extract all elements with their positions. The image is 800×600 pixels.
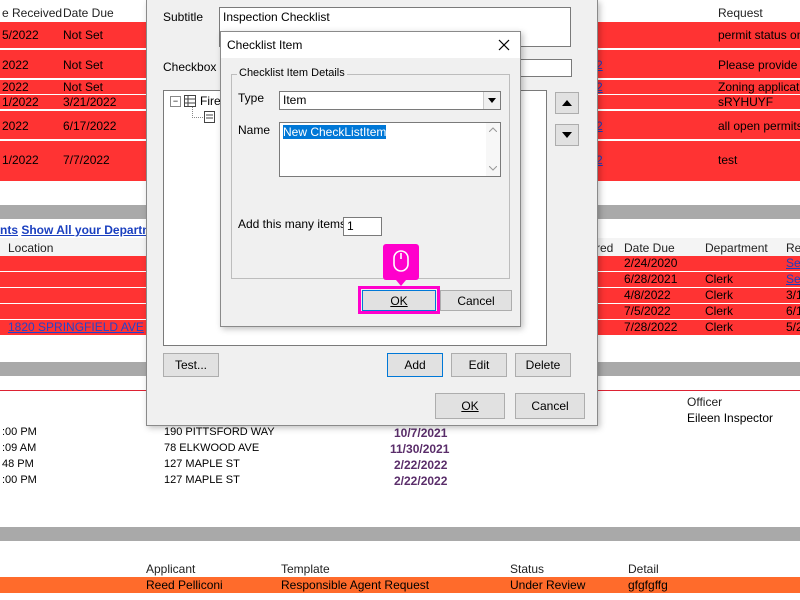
move-up-button[interactable] <box>555 92 579 114</box>
count-label: Add this many items <box>238 217 347 231</box>
dialog-title: Checklist Item <box>227 38 303 52</box>
textarea-scrollbar[interactable] <box>486 123 500 176</box>
table-row[interactable]: :00 PM 190 PITTSFORD WAY 10/7/2021 <box>0 426 800 442</box>
dropdown-button[interactable] <box>483 92 500 109</box>
outer-ok-button[interactable]: OK <box>435 393 505 419</box>
name-value-selected: New CheckListItem <box>283 125 387 139</box>
comments-link[interactable]: nts <box>0 223 18 237</box>
name-label: Name <box>238 123 271 137</box>
type-label: Type <box>238 91 265 105</box>
header-department: Department <box>705 241 768 255</box>
arrow-up-icon <box>562 100 572 106</box>
chevron-down-icon <box>488 98 496 103</box>
header-red: red <box>596 241 614 255</box>
scroll-down-icon[interactable] <box>489 166 497 171</box>
header-template: Template <box>281 562 330 576</box>
officer-name: Eileen Inspector <box>687 411 774 425</box>
table-row[interactable]: :09 AM 78 ELKWOOD AVE 11/30/2021 <box>0 442 800 458</box>
count-input[interactable]: 1 <box>343 217 382 236</box>
mouse-icon <box>393 250 409 272</box>
tree-root-label[interactable]: Fire <box>200 94 221 108</box>
ok-button[interactable]: OK <box>362 290 436 311</box>
header-received: e Received <box>2 6 63 20</box>
delete-button[interactable]: Delete <box>515 353 571 377</box>
address-link[interactable]: 1820 SPRINGFIELD AVE <box>8 320 144 334</box>
cancel-button[interactable]: Cancel <box>440 290 512 311</box>
add-button[interactable]: Add <box>387 353 443 377</box>
subtitle-label: Subtitle <box>163 10 204 24</box>
title-bar: Checklist Item <box>221 32 520 58</box>
test-button[interactable]: Test... <box>163 353 219 377</box>
collapse-icon[interactable]: − <box>170 96 181 107</box>
outer-cancel-button[interactable]: Cancel <box>515 393 585 419</box>
group-label: Checklist Item Details <box>237 67 347 79</box>
table-row[interactable]: Reed Pelliconi Responsible Agent Request… <box>0 577 800 593</box>
edit-button[interactable]: Edit <box>451 353 507 377</box>
scroll-up-icon[interactable] <box>489 127 497 132</box>
checkbox-header-input[interactable] <box>517 59 572 77</box>
indicator-pointer <box>396 280 406 286</box>
header-location: Location <box>8 241 54 255</box>
header-re: Re <box>786 241 800 255</box>
checklist-item-dialog: Checklist Item Checklist Item Details Ty… <box>220 31 521 327</box>
name-textarea[interactable]: New CheckListItem <box>279 122 501 177</box>
header-detail: Detail <box>628 562 659 576</box>
type-select[interactable]: Item <box>279 91 501 110</box>
table-row[interactable]: :00 PM 127 MAPLE ST 2/22/2022 <box>0 474 800 490</box>
table-row[interactable]: 48 PM 127 MAPLE ST 2/22/2022 <box>0 458 800 474</box>
header-status: Status <box>510 562 545 576</box>
section-divider <box>0 527 800 541</box>
table-icon <box>184 95 196 107</box>
arrow-down-icon <box>562 132 572 138</box>
header-officer: Officer <box>687 395 723 409</box>
header-date-due-2: Date Due <box>624 241 675 255</box>
header-request: Request <box>718 6 763 20</box>
close-icon[interactable] <box>498 39 510 51</box>
show-all-department-link[interactable]: Show All your Departm <box>21 223 153 237</box>
header-applicant: Applicant <box>146 562 196 576</box>
checklist-item-icon <box>204 111 215 123</box>
tree-connector <box>192 107 203 118</box>
header-date-due: Date Due <box>63 6 114 20</box>
move-down-button[interactable] <box>555 124 579 146</box>
click-indicator <box>383 244 419 286</box>
